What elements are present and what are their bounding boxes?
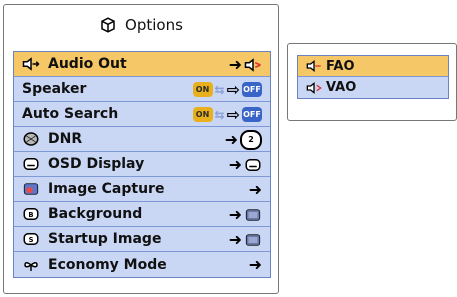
menu-item-economy-mode[interactable]: Economy Mode ➜ — [14, 252, 270, 277]
options-menu: Audio Out ➜ Speaker ON ⇆ ⇨ OFF Auto Sear… — [13, 51, 271, 278]
arrow-right-icon: ⇨ — [226, 104, 240, 124]
menu-item-label: OSD Display — [48, 156, 145, 172]
arrow-right-icon: ➜ — [228, 154, 242, 174]
osd-display-icon — [23, 158, 39, 170]
svg-text:S: S — [29, 236, 34, 244]
startup-image-icon: S — [23, 233, 39, 245]
audio-out-submenu: FAO VAO — [287, 43, 457, 121]
menu-item-image-capture[interactable]: Image Capture ➜ — [14, 177, 270, 202]
menu-item-right: ➜ — [229, 52, 262, 77]
menu-item-osd-display[interactable]: OSD Display ➜ — [14, 152, 270, 177]
submenu-item-label: FAO — [326, 58, 355, 74]
options-icon — [101, 17, 115, 33]
menu-item-right: ➜ 2 — [225, 127, 262, 152]
vao-icon — [306, 81, 322, 94]
menu-item-label: Economy Mode — [48, 256, 167, 273]
svg-text:B: B — [28, 211, 33, 219]
menu-item-right: ➜ — [229, 227, 262, 252]
fao-icon — [306, 59, 321, 73]
arrow-right-icon: ⇨ — [226, 79, 240, 99]
menu-item-right: ➜ — [249, 177, 262, 202]
dnr-level-2-icon: 2 — [240, 129, 262, 150]
toggle-on-icon: ON — [192, 107, 213, 122]
toggle-off-icon: OFF — [242, 107, 262, 122]
background-icon: B — [23, 208, 39, 220]
menu-item-label: Auto Search — [22, 106, 119, 122]
arrow-right-icon: ➜ — [228, 54, 242, 74]
menu-item-label: DNR — [48, 131, 83, 147]
menu-item-label: Startup Image — [48, 231, 162, 247]
arrow-right-icon: ➜ — [248, 254, 262, 274]
menu-item-label: Audio Out — [48, 56, 127, 72]
arrow-left-right-icon: ⇆ — [214, 82, 225, 97]
dnr-icon — [23, 132, 39, 146]
osd-display-icon — [245, 158, 261, 171]
submenu-list: FAO VAO — [297, 55, 449, 99]
menu-item-label: Speaker — [22, 81, 87, 97]
menu-item-speaker[interactable]: Speaker ON ⇆ ⇨ OFF — [14, 77, 270, 102]
menu-item-label: Image Capture — [48, 181, 165, 197]
menu-item-audio-out[interactable]: Audio Out ➜ — [14, 52, 270, 77]
menu-item-dnr[interactable]: DNR ➜ 2 — [14, 127, 270, 152]
submenu-item-fao[interactable]: FAO — [298, 56, 448, 77]
background-setting-icon — [245, 208, 261, 221]
toggle-indicator: ON ⇆ ⇨ OFF — [192, 102, 262, 127]
menu-item-right: ➜ — [229, 202, 262, 227]
arrow-right-icon: ➜ — [228, 204, 242, 224]
arrow-right-icon: ➜ — [228, 229, 242, 249]
menu-item-right: ➜ — [229, 152, 262, 177]
menu-item-startup-image[interactable]: S Startup Image ➜ — [14, 227, 270, 252]
toggle-on-icon: ON — [192, 82, 213, 97]
options-panel: Options Audio Out ➜ Speaker ON ⇆ ⇨ OFF A… — [3, 4, 279, 294]
audio-out-icon — [22, 57, 40, 71]
submenu-item-vao[interactable]: VAO — [298, 77, 448, 98]
arrow-right-icon: ➜ — [248, 179, 262, 199]
panel-title: Options — [4, 11, 278, 39]
startup-image-setting-icon — [245, 233, 261, 246]
arrow-left-right-icon: ⇆ — [214, 107, 225, 122]
toggle-off-icon: OFF — [242, 82, 262, 97]
panel-title-text: Options — [125, 16, 183, 34]
menu-item-background[interactable]: B Background ➜ — [14, 202, 270, 227]
submenu-item-label: VAO — [326, 80, 357, 95]
menu-item-label: Background — [48, 206, 143, 222]
economy-mode-icon — [24, 261, 38, 271]
toggle-indicator: ON ⇆ ⇨ OFF — [192, 77, 262, 102]
menu-item-right: ➜ — [249, 252, 262, 277]
menu-item-auto-search[interactable]: Auto Search ON ⇆ ⇨ OFF — [14, 102, 270, 127]
arrow-right-icon: ➜ — [224, 129, 238, 149]
audio-out-right-icon — [244, 57, 261, 72]
image-capture-icon — [23, 183, 39, 195]
